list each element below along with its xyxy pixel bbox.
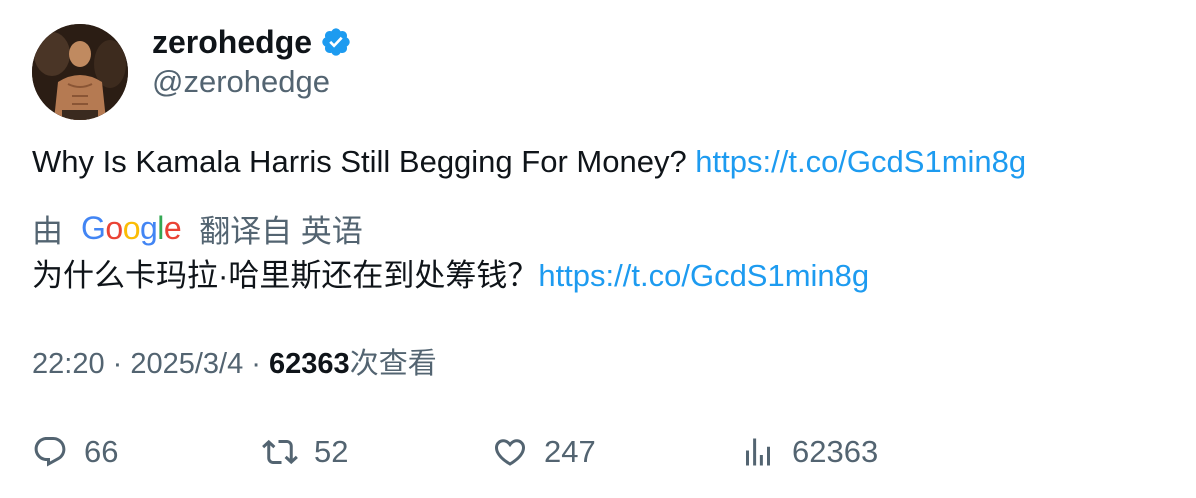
translated-body: 为什么卡玛拉·哈里斯还在到处筹钱？ [32,258,539,293]
reply-icon [34,437,66,467]
views-action-count: 62363 [792,434,879,469]
action-bar: 66 52 247 62363 [0,430,1196,474]
analytics-icon [746,438,770,466]
avatar[interactable] [32,24,128,120]
google-logo-icon: Google [81,209,182,246]
translated-link[interactable]: https://t.co/GcdS1min8g [538,258,869,293]
repost-count: 52 [314,434,349,469]
translated-text: 为什么卡玛拉·哈里斯还在到处筹钱？https://t.co/GcdS1min8g [32,256,869,296]
views-count: 62363 [269,348,350,380]
translation-prefix: 由 [32,213,63,249]
repost-icon [262,439,298,465]
tweet-date[interactable]: 2025/3/4 [130,348,243,380]
tweet-body: Why Is Kamala Harris Still Begging For M… [32,144,696,179]
views-label: 次查看 [349,348,437,380]
views-button[interactable]: 62363 [740,430,878,474]
like-button[interactable]: 247 [492,430,596,474]
reply-count: 66 [84,434,119,469]
meta-separator: · [104,348,131,380]
tweet-link[interactable]: https://t.co/GcdS1min8g [695,144,1026,179]
verified-badge-icon [320,26,352,58]
heart-icon [494,439,526,466]
translation-attribution: 由 Google 翻译自 英语 [32,208,363,249]
tweet-meta: 22:20 · 2025/3/4 · 62363次查看 [32,344,437,384]
author-handle[interactable]: @zerohedge [152,64,330,100]
like-count: 247 [544,434,596,469]
repost-button[interactable]: 52 [262,430,348,474]
meta-separator: · [243,348,270,380]
tweet-time[interactable]: 22:20 [32,348,105,380]
reply-button[interactable]: 66 [32,430,118,474]
tweet-text: Why Is Kamala Harris Still Begging For M… [32,142,1026,182]
translation-suffix: 翻译自 英语 [199,213,363,249]
author-name-row[interactable]: zerohedge [152,22,352,62]
author-display-name[interactable]: zerohedge [152,22,312,62]
